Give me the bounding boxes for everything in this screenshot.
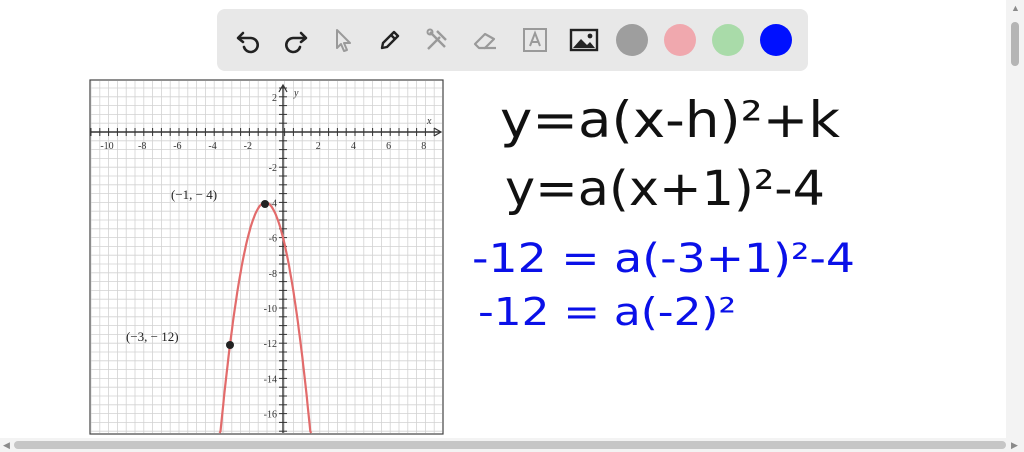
equation-line-4: -12 = a(-2)²	[478, 290, 736, 334]
handwriting-layer: y=a(x-h)²+k y=a(x+1)²-4 -12 = a(-3+1)²-4…	[472, 91, 855, 334]
vertical-scroll-thumb[interactable]	[1011, 22, 1019, 66]
scroll-left-icon[interactable]: ◀	[3, 440, 10, 450]
horizontal-scrollbar[interactable]: ◀ ▶	[0, 438, 1024, 452]
equation-line-1: y=a(x-h)²+k	[500, 91, 840, 149]
equation-line-3: -12 = a(-3+1)²-4	[472, 236, 855, 282]
scroll-up-icon[interactable]: ▲	[1011, 3, 1020, 13]
equation-line-2: y=a(x+1)²-4	[505, 161, 825, 217]
scroll-right-icon[interactable]: ▶	[1011, 440, 1018, 450]
horizontal-scroll-thumb[interactable]	[14, 441, 1006, 449]
vertical-scrollbar[interactable]: ▲	[1006, 0, 1024, 452]
